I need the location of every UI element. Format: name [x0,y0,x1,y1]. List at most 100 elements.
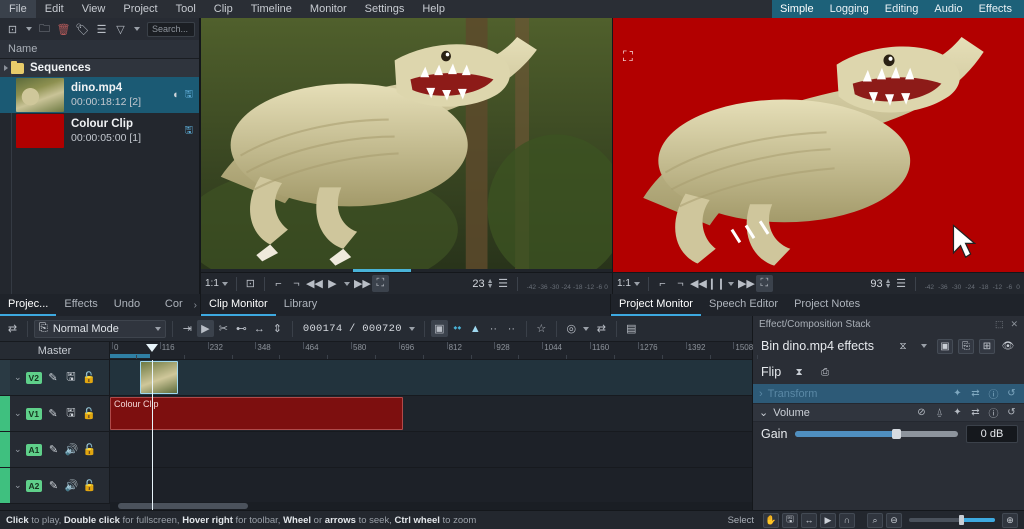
chevron-down-icon[interactable]: ⌄ [759,406,768,419]
lock-compose-icon[interactable]: 🖫 [64,368,78,387]
play-icon[interactable]: ▶ [324,275,341,292]
layout-tab-effects[interactable]: Effects [971,0,1020,18]
set-zone-icon[interactable]: ⊡ [242,275,259,292]
hamburger-menu-icon[interactable]: ☰ [495,275,512,292]
layout-tab-simple[interactable]: Simple [772,0,822,18]
keyframe-icon[interactable]: ⧗ [791,365,807,380]
audio-mix-icon[interactable]: ⇄ [593,320,610,337]
play-chevron-down-icon[interactable] [726,275,737,292]
speaker-icon[interactable]: 🔊 [64,443,79,456]
set-in-point-icon[interactable]: ⌐ [654,275,671,292]
menu-item-monitor[interactable]: Monitor [301,0,356,18]
fullscreen-icon[interactable]: ⛶ [371,275,389,292]
playhead-handle[interactable] [146,344,158,352]
timeline-ruler[interactable]: Master 0 116 232 348 464 580 696 812 928 1044 1160… [0,342,759,360]
list-view-icon[interactable]: ☰ [93,21,110,38]
project-monitor-aspect-label[interactable]: 1:1 [617,278,631,289]
menu-item-settings[interactable]: Settings [356,0,414,18]
scrollbar-thumb[interactable] [118,503,248,509]
fit-icon[interactable]: ⊞ [979,338,995,354]
add-guide-icon[interactable]: ▲ [467,320,484,337]
track-label-a2[interactable]: A2 [25,479,43,492]
hamburger-menu-icon[interactable]: ☰ [893,275,910,292]
track-lane-a1[interactable] [110,432,752,467]
timeline-track-v2[interactable]: ⌄ V2 ✎ 🖫 🔓 [0,360,752,396]
timeline-track-a1[interactable]: ⌄ A1 ✎ 🔊 🔓 [0,432,752,468]
aspect-chevron-down-icon[interactable] [632,275,643,292]
track-label-v1[interactable]: V1 [25,407,42,420]
mute-icon[interactable]: ✎ [46,443,60,456]
chevron-down-icon[interactable] [916,339,932,354]
lock-compose-icon[interactable]: 🖫 [64,404,78,423]
timeline-zone-bar[interactable] [110,354,150,358]
timeline-track-v1[interactable]: ⌄ V1 ✎ 🖫 🔓 Colour Clip [0,396,752,432]
automation-icon[interactable]: ⇄ [969,388,982,399]
record-icon[interactable]: ◎ [563,320,580,337]
chevron-right-icon[interactable]: › [759,388,763,400]
timeline-clip-dino[interactable] [140,361,178,394]
zoom-slider-handle[interactable] [958,515,964,525]
info-icon[interactable]: ⓘ [987,386,1000,401]
tab-library[interactable]: Library [276,294,326,316]
keyframe-icon[interactable]: ✦ [951,388,964,399]
set-out-point-icon[interactable]: ¬ [288,275,305,292]
preview-render-icon[interactable]: ▣ [430,320,448,337]
spinner-arrows[interactable]: ▲ ▼ [885,278,892,290]
track-lane-v2[interactable] [110,360,752,395]
copy-icon[interactable]: ⎘ [958,338,974,354]
keyframe-prev-icon[interactable]: ·· [485,320,502,337]
bin-item-colour-clip[interactable]: Colour Clip 00:00:05:00 [1] 🖫 [0,113,199,149]
tab-clip-monitor[interactable]: Clip Monitor [201,294,276,316]
chevron-down-icon[interactable]: ⌄ [14,372,22,383]
menu-item-tool[interactable]: Tool [167,0,205,18]
keyframe-icon[interactable]: ⧖ [895,339,911,354]
track-lane-v1[interactable]: Colour Clip [110,396,752,431]
timeline-settings-icon[interactable]: ⇄ [4,320,21,337]
effect-section-transform[interactable]: › Transform ✦ ⇄ ⓘ ↺ [753,384,1024,403]
menu-item-help[interactable]: Help [413,0,454,18]
lock-icon[interactable]: 🔓 [82,479,97,492]
zoom-fit-icon[interactable]: ⌕ [867,512,883,528]
tab-speech-editor[interactable]: Speech Editor [701,294,786,316]
project-monitor-video[interactable]: ⛶ [613,18,1024,272]
bin-folder-sequences[interactable]: Sequences [0,59,199,77]
mute-icon[interactable]: ✎ [46,371,60,384]
track-label-a1[interactable]: A1 [25,443,43,456]
chevron-down-icon[interactable]: ⌄ [14,408,22,419]
timeline-timecode[interactable]: 000174 / 000720 [299,323,406,335]
ripple-tool-icon[interactable]: ▶ [820,512,836,528]
timeline-horizontal-scrollbar[interactable] [110,502,752,510]
effect-section-volume[interactable]: ⌄ Volume ⊘ ⍙ ✦ ⇄ ⓘ ↺ [753,403,1024,422]
lock-icon[interactable]: 🔓 [82,443,97,456]
reset-icon[interactable]: ↺ [1005,388,1018,399]
effect-item-flip[interactable]: Flip ⧗ ⎙ [753,360,1024,384]
gain-slider-handle[interactable] [892,429,902,439]
stack-icon[interactable]: ▣ [937,338,953,354]
mute-icon[interactable]: ✎ [46,479,60,492]
razor-tool-icon[interactable]: 🖫 [782,512,798,528]
keyframe-icon[interactable]: ✦ [951,407,964,418]
insert-zone-icon[interactable]: ⇥ [179,320,196,337]
automation-icon[interactable]: ⇄ [969,407,982,418]
timeline-playhead[interactable] [152,360,153,510]
chevron-down-icon[interactable]: ⌄ [14,444,22,455]
record-chevron-down-icon[interactable] [581,320,592,337]
delete-icon[interactable]: 🗑 [55,21,72,38]
info-icon[interactable]: ⓘ [987,405,1000,420]
timeline-clip-colour[interactable]: Colour Clip [110,397,403,430]
project-monitor-frame-spinner[interactable]: 93 ▲ ▼ [870,278,891,290]
track-header-a1[interactable]: ⌄ A1 ✎ 🔊 🔓 [10,432,110,467]
chevron-right-icon[interactable]: › [191,295,200,316]
tab-effects[interactable]: Effects [56,294,105,316]
save-preset-icon[interactable]: ⎙ [817,365,833,380]
subtitle-icon[interactable]: ▤ [623,320,640,337]
filter-icon[interactable]: ▽ [112,21,129,38]
aspect-chevron-down-icon[interactable] [220,275,231,292]
keyframe-next-icon[interactable]: ·· [503,320,520,337]
clip-monitor-frame-spinner[interactable]: 23 ▲ ▼ [472,278,493,290]
zoom-out-icon[interactable]: ⊖ [886,512,902,528]
add-clip-chevron-down-icon[interactable] [23,21,34,38]
fast-forward-icon[interactable]: ▶▶ [354,275,371,292]
fast-forward-icon[interactable]: ▶▶ [738,275,755,292]
favorite-star-icon[interactable]: ☆ [533,320,550,337]
